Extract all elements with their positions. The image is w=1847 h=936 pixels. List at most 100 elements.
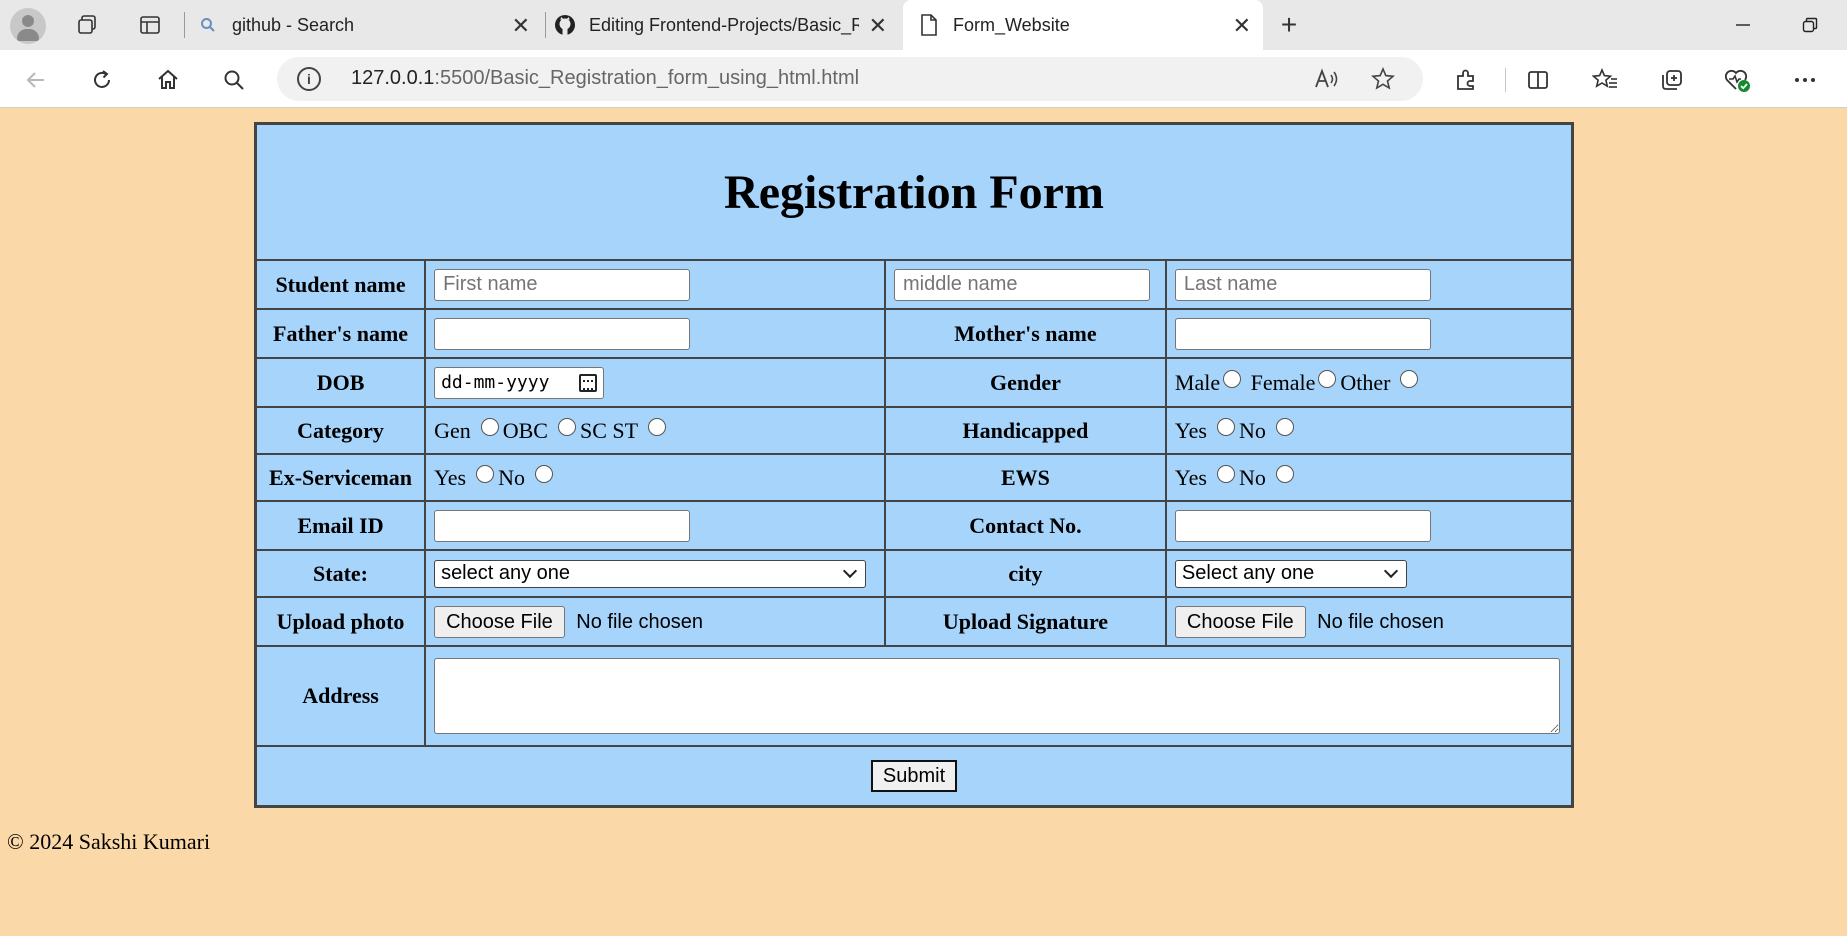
ex-serviceman-label: Ex-Serviceman xyxy=(256,454,426,501)
category-scst-label: SC ST xyxy=(579,417,639,443)
first-name-input[interactable] xyxy=(434,268,691,301)
tab-form-website[interactable]: Form_Website ✕ xyxy=(903,0,1263,50)
city-selected-value: Select any one xyxy=(1181,562,1315,585)
submit-button[interactable]: Submit xyxy=(870,760,958,792)
extensions-icon[interactable] xyxy=(1450,64,1482,96)
collections-icon[interactable] xyxy=(1656,64,1688,96)
photo-file-status: No file chosen xyxy=(576,610,704,633)
last-name-input[interactable] xyxy=(1174,268,1431,301)
father-name-input[interactable] xyxy=(434,317,691,350)
search-icon xyxy=(196,13,220,37)
ews-label: EWS xyxy=(884,454,1166,501)
ews-yes-radio[interactable] xyxy=(1216,464,1235,483)
handicapped-yes-label: Yes xyxy=(1174,417,1207,443)
ews-yes-label: Yes xyxy=(1174,464,1207,490)
new-tab-icon[interactable]: + xyxy=(1275,9,1303,40)
category-scst-radio[interactable] xyxy=(648,417,667,436)
tab-title: Editing Frontend-Projects/Basic_R xyxy=(589,14,859,35)
contact-input[interactable] xyxy=(1174,509,1431,542)
mother-name-label: Mother's name xyxy=(884,309,1166,358)
search-icon[interactable] xyxy=(218,64,250,96)
close-icon[interactable]: ✕ xyxy=(512,13,530,39)
category-obc-radio[interactable] xyxy=(557,417,576,436)
back-icon[interactable] xyxy=(20,64,52,96)
close-icon[interactable]: ✕ xyxy=(1233,13,1251,39)
site-info-icon[interactable]: i xyxy=(297,67,321,91)
form-title: Registration Form xyxy=(724,165,1104,219)
page-icon xyxy=(917,13,941,37)
tab-github-search[interactable]: github - Search ✕ xyxy=(196,0,542,50)
email-input[interactable] xyxy=(434,509,691,542)
chevron-down-icon xyxy=(842,563,858,578)
address-label: Address xyxy=(256,646,426,746)
restore-icon[interactable] xyxy=(1790,10,1830,40)
github-icon xyxy=(553,13,577,37)
footer-copyright: © 2024 Sakshi Kumari xyxy=(7,829,211,854)
chevron-down-icon xyxy=(1383,563,1398,578)
contact-label: Contact No. xyxy=(884,501,1166,550)
gender-label: Gender xyxy=(884,358,1166,407)
ex-serviceman-yes-label: Yes xyxy=(434,464,467,490)
category-gen-radio[interactable] xyxy=(480,417,499,436)
handicapped-no-label: No xyxy=(1238,417,1266,443)
signature-file-status: No file chosen xyxy=(1317,610,1444,633)
mother-name-input[interactable] xyxy=(1174,317,1431,350)
gender-other-radio[interactable] xyxy=(1400,369,1419,388)
upload-photo-label: Upload photo xyxy=(256,597,426,646)
refresh-icon[interactable] xyxy=(86,64,118,96)
favorite-star-icon[interactable] xyxy=(1369,66,1397,92)
handicapped-no-radio[interactable] xyxy=(1275,417,1294,436)
city-select[interactable]: Select any one xyxy=(1174,559,1407,588)
split-screen-icon[interactable] xyxy=(1522,64,1554,96)
ex-serviceman-no-radio[interactable] xyxy=(534,464,553,483)
workspaces-icon[interactable] xyxy=(73,12,101,38)
state-selected-value: select any one xyxy=(441,562,571,585)
ex-serviceman-yes-radio[interactable] xyxy=(476,464,495,483)
home-icon[interactable] xyxy=(152,64,184,96)
tab-strip: github - Search ✕ Editing Frontend-Proje… xyxy=(0,0,1847,50)
close-icon[interactable]: ✕ xyxy=(869,13,887,39)
address-bar[interactable]: i 127.0.0.1:5500/Basic_Registration_form… xyxy=(277,57,1423,101)
city-label: city xyxy=(884,550,1166,597)
handicapped-label: Handicapped xyxy=(884,407,1166,454)
handicapped-yes-radio[interactable] xyxy=(1216,417,1235,436)
ews-no-radio[interactable] xyxy=(1275,464,1294,483)
dob-placeholder: dd-mm-yyyy xyxy=(441,372,550,393)
upload-signature-label: Upload Signature xyxy=(884,597,1166,646)
tab-title: Form_Website xyxy=(953,14,1070,35)
gender-female-radio[interactable] xyxy=(1318,369,1337,388)
choose-signature-button[interactable]: Choose File xyxy=(1174,605,1306,638)
email-label: Email ID xyxy=(256,501,426,550)
category-label: Category xyxy=(256,407,426,454)
category-obc-label: OBC xyxy=(502,417,548,443)
gender-male-label: Male xyxy=(1174,369,1221,395)
student-name-label: Student name xyxy=(256,260,426,309)
tab-title: github - Search xyxy=(232,14,355,35)
vertical-tabs-icon[interactable] xyxy=(136,12,164,38)
profile-avatar-icon[interactable] xyxy=(10,8,46,44)
gender-male-radio[interactable] xyxy=(1223,369,1242,388)
browser-essentials-icon[interactable] xyxy=(1722,64,1754,96)
more-menu-icon[interactable] xyxy=(1789,64,1821,96)
registration-form: Registration Form Student name Father's … xyxy=(254,122,1574,808)
state-label: State: xyxy=(256,550,426,597)
calendar-icon[interactable] xyxy=(579,373,598,392)
gender-other-label: Other xyxy=(1340,369,1391,395)
ex-serviceman-no-label: No xyxy=(498,464,525,490)
favorites-icon[interactable] xyxy=(1589,64,1621,96)
choose-photo-button[interactable]: Choose File xyxy=(434,605,565,638)
minimize-icon[interactable] xyxy=(1723,10,1763,40)
url-text: 127.0.0.1:5500/Basic_Registration_form_u… xyxy=(351,67,860,89)
dob-date-input[interactable]: dd-mm-yyyy xyxy=(434,366,605,399)
dob-label: DOB xyxy=(256,358,426,407)
toolbar: i 127.0.0.1:5500/Basic_Registration_form… xyxy=(0,50,1847,108)
read-aloud-icon[interactable] xyxy=(1313,66,1341,92)
middle-name-input[interactable] xyxy=(893,268,1150,301)
father-name-label: Father's name xyxy=(256,309,426,358)
state-select[interactable]: select any one xyxy=(434,559,867,588)
ews-no-label: No xyxy=(1238,464,1266,490)
address-textarea[interactable] xyxy=(434,658,1561,734)
page-content: Registration Form Student name Father's … xyxy=(0,109,1847,936)
tab-editing-github[interactable]: Editing Frontend-Projects/Basic_R ✕ xyxy=(553,0,899,50)
gender-female-label: Female xyxy=(1250,369,1316,395)
